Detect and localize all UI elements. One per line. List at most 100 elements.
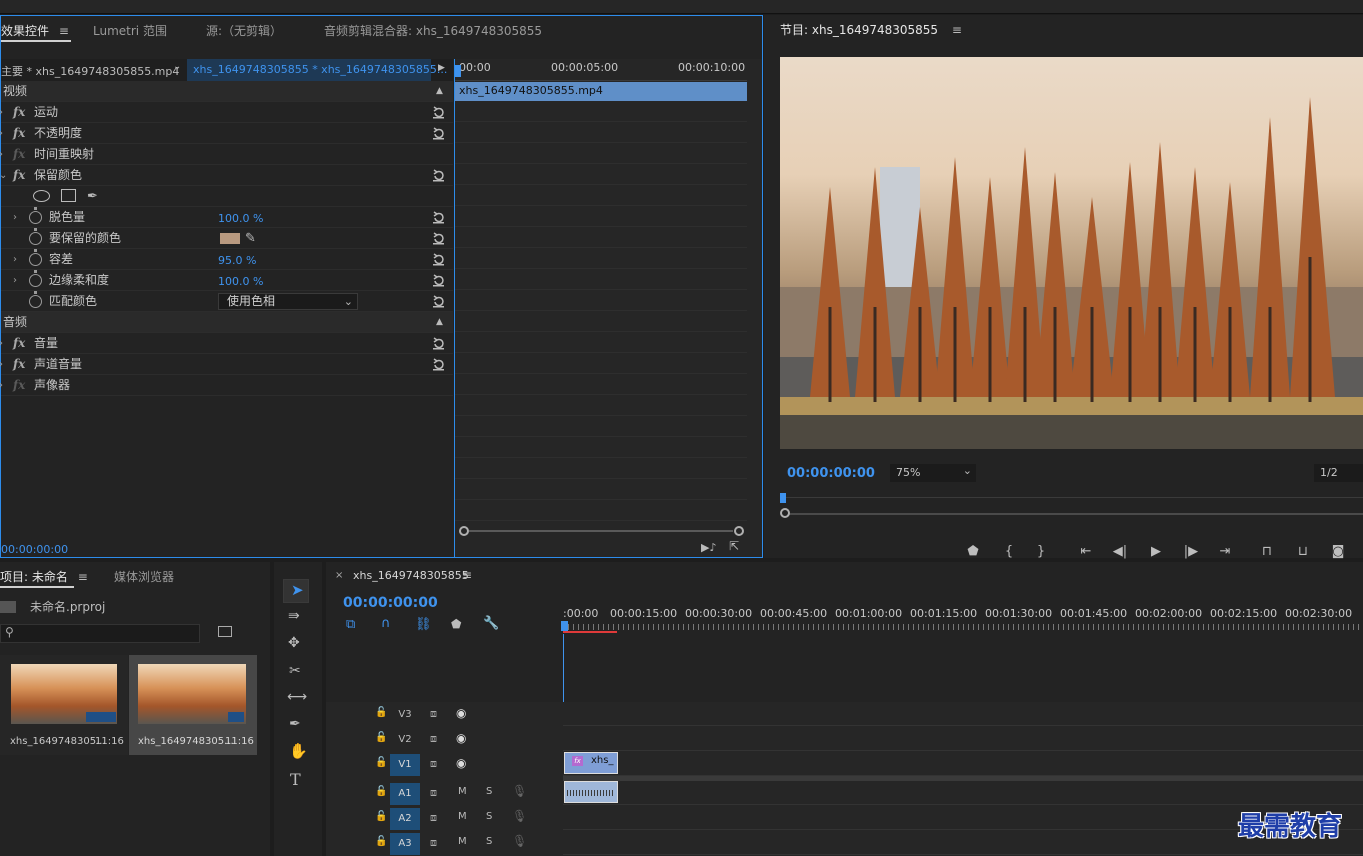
track-row-v3[interactable]	[563, 702, 1363, 726]
effect-controls-timecode[interactable]: 00:00:00:00	[1, 543, 68, 556]
reset-icon[interactable]	[432, 273, 445, 287]
project-item[interactable]: xhs_1649748305... 11:16	[129, 655, 257, 755]
video-section-header[interactable]: 视频 ▲	[1, 81, 453, 102]
sync-lock-icon[interactable]: ⧈	[430, 732, 437, 746]
panel-menu-icon[interactable]: ≡	[59, 24, 69, 38]
fx-icon[interactable]: fx	[13, 102, 25, 123]
pen-mask-icon[interactable]: ✒	[87, 186, 98, 207]
track-row-v2[interactable]	[563, 727, 1363, 751]
program-scrub-bar[interactable]	[780, 493, 1363, 519]
track-row-v1[interactable]	[563, 752, 1363, 776]
export-frame-icon[interactable]: ⇱	[729, 539, 739, 553]
linked-selection-icon[interactable]: ⛓	[415, 617, 432, 632]
project-search-field[interactable]: ⚲	[0, 624, 200, 643]
hand-tool-icon[interactable]: ✋	[289, 742, 308, 760]
reset-icon[interactable]	[432, 168, 445, 182]
lock-icon[interactable]: 🔓	[375, 707, 387, 718]
expand-arrow-icon[interactable]: ›	[13, 207, 17, 228]
param-row-color-to-leave[interactable]: 要保留的颜色 ✎	[1, 228, 453, 249]
program-monitor-tab[interactable]: 节目: xhs_1649748305855 ≡	[780, 15, 962, 45]
effect-row-volume[interactable]: › fx 音量	[0, 333, 453, 354]
lock-icon[interactable]: 🔓	[375, 811, 387, 822]
expand-arrow-icon[interactable]: ›	[13, 249, 17, 270]
effect-timeline-ruler[interactable]: 00:00 00:00:05:00 00:00:10:00	[455, 59, 747, 81]
param-row-amount-to-decolor[interactable]: › 脱色量 100.0 %	[1, 207, 453, 228]
razor-tool-icon[interactable]: ✂	[289, 663, 301, 679]
reset-icon[interactable]	[432, 336, 445, 350]
stopwatch-icon[interactable]	[29, 291, 42, 308]
effect-timeline-scrollbar[interactable]	[459, 526, 744, 536]
program-timecode[interactable]: 00:00:00:00	[787, 466, 875, 481]
sync-lock-icon[interactable]: ⧈	[430, 757, 437, 771]
add-marker-icon[interactable]: ⬟	[964, 543, 982, 561]
track-label[interactable]: V1	[390, 754, 420, 776]
mark-out-icon[interactable]: }	[1032, 543, 1050, 561]
fx-icon[interactable]: fx	[13, 333, 25, 354]
expand-arrow-icon[interactable]: ›	[0, 375, 3, 396]
panel-menu-icon[interactable]: ≡	[78, 570, 88, 584]
fx-icon[interactable]: fx	[13, 375, 25, 396]
tab-source[interactable]: 源:（无剪辑）	[206, 16, 282, 46]
go-to-out-icon[interactable]: ⇥	[1216, 543, 1234, 561]
solo-button[interactable]: S	[486, 811, 492, 822]
track-label[interactable]: A2	[390, 808, 420, 830]
param-row-match-colors[interactable]: 匹配颜色 使用色相 ⌄	[1, 291, 453, 312]
fx-icon[interactable]: fx	[13, 144, 25, 165]
extract-icon[interactable]: ⊔	[1294, 543, 1312, 561]
sequence-timecode[interactable]: 00:00:00:00	[343, 595, 438, 611]
reset-icon[interactable]	[432, 126, 445, 140]
eye-icon[interactable]: ◉	[456, 706, 466, 720]
expand-arrow-icon[interactable]: ›	[0, 354, 3, 375]
stopwatch-icon[interactable]	[29, 270, 42, 287]
audio-section-header[interactable]: 音频 ▲	[1, 312, 453, 333]
playhead-marker[interactable]	[780, 493, 786, 503]
solo-button[interactable]: S	[486, 786, 492, 797]
ellipse-mask-icon[interactable]	[33, 190, 50, 202]
effect-row-opacity[interactable]: › fx 不透明度	[0, 123, 453, 144]
expand-arrow-icon[interactable]: ›	[13, 270, 17, 291]
step-back-icon[interactable]: ◀|	[1111, 543, 1129, 561]
match-colors-dropdown[interactable]: 使用色相 ⌄	[218, 293, 358, 310]
rectangle-mask-icon[interactable]	[61, 189, 76, 202]
video-clip[interactable]: fx xhs_	[564, 752, 618, 774]
audio-playback-icon[interactable]: ▶♪	[701, 541, 716, 554]
param-row-edge-softness[interactable]: › 边缘柔和度 100.0 %	[1, 270, 453, 291]
nest-icon[interactable]: ⧉	[346, 617, 355, 632]
lock-icon[interactable]: 🔓	[375, 732, 387, 743]
fx-icon[interactable]: fx	[13, 123, 25, 144]
expand-arrow-icon[interactable]: ›	[0, 144, 3, 165]
reset-icon[interactable]	[432, 105, 445, 119]
mute-button[interactable]: M	[458, 786, 467, 797]
effect-row-motion[interactable]: › fx 运动	[0, 102, 453, 123]
microphone-icon[interactable]: 🎙	[512, 809, 527, 823]
stopwatch-icon[interactable]	[29, 228, 42, 245]
play-icon[interactable]: ▶	[1147, 543, 1165, 561]
track-label[interactable]: V3	[390, 704, 420, 726]
stopwatch-icon[interactable]	[29, 207, 42, 224]
collapse-icon[interactable]: ▲	[436, 312, 443, 333]
playhead-marker[interactable]	[561, 621, 568, 631]
sync-lock-icon[interactable]: ⧈	[430, 786, 437, 800]
zoom-handle[interactable]	[780, 508, 790, 518]
collapse-arrow-icon[interactable]: ⌄	[0, 165, 7, 186]
reset-icon[interactable]	[432, 231, 445, 245]
panel-menu-icon[interactable]: ≡	[952, 23, 962, 37]
timeline-ruler[interactable]: :00:00 00:00:15:00 00:00:30:00 00:00:45:…	[561, 600, 1363, 634]
wrench-icon[interactable]: 🔧	[483, 616, 499, 631]
effect-row-time-remap[interactable]: › fx 时间重映射	[0, 144, 453, 165]
track-select-tool-icon[interactable]: ⇛	[288, 608, 300, 624]
slip-tool-icon[interactable]: ⟷	[287, 689, 307, 705]
snap-magnet-icon[interactable]: ∩	[381, 616, 391, 631]
work-area-bar[interactable]	[563, 631, 617, 633]
fx-icon[interactable]: fx	[13, 354, 25, 375]
selection-tool-icon[interactable]: ➤	[283, 579, 309, 603]
param-row-tolerance[interactable]: › 容差 95.0 %	[1, 249, 453, 270]
eye-icon[interactable]: ◉	[456, 756, 466, 770]
expand-arrow-icon[interactable]: ›	[0, 102, 3, 123]
sync-lock-icon[interactable]: ⧈	[430, 707, 437, 721]
lock-icon[interactable]: 🔓	[375, 757, 387, 768]
type-tool-icon[interactable]: T	[290, 770, 301, 789]
param-value[interactable]: 95.0 %	[218, 250, 256, 271]
reset-icon[interactable]	[432, 294, 445, 308]
playhead-marker[interactable]	[455, 65, 461, 77]
